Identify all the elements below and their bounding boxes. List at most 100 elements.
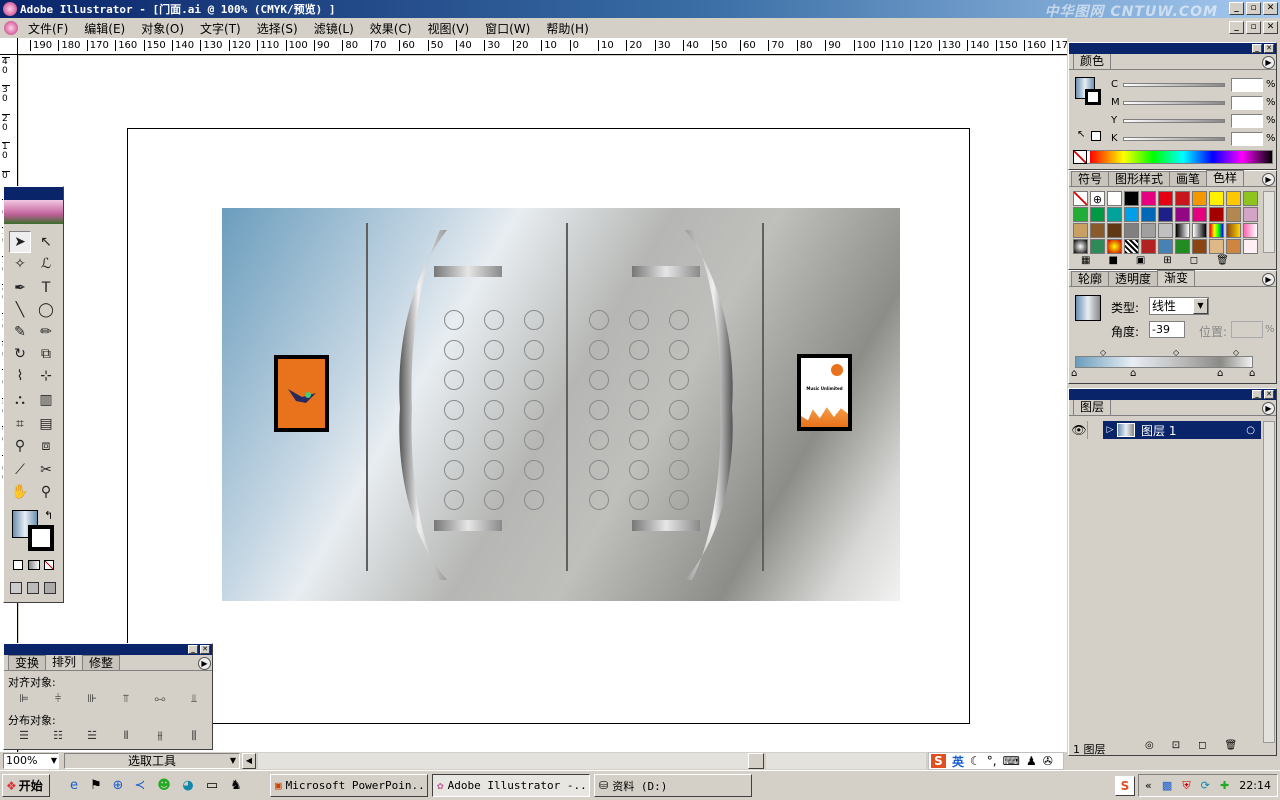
update-tray-icon[interactable]: ✚ xyxy=(1220,779,1229,792)
panel-menu-icon[interactable]: ▶ xyxy=(1262,402,1275,415)
color-swatch[interactable] xyxy=(1209,239,1224,254)
last-color-swatch[interactable] xyxy=(1091,131,1101,141)
tab-transparency[interactable]: 透明度 xyxy=(1108,271,1159,286)
qq-icon[interactable]: ♞ xyxy=(228,778,244,794)
swatches-scrollbar[interactable] xyxy=(1263,191,1275,253)
tab-swatches[interactable]: 色样 xyxy=(1206,170,1245,186)
color-swatch[interactable] xyxy=(1243,191,1258,206)
graph-tool-icon[interactable]: ▥ xyxy=(35,389,57,411)
color-swatch[interactable] xyxy=(1226,207,1241,222)
start-button[interactable]: ❖ 开始 xyxy=(2,774,50,797)
color-swatch[interactable] xyxy=(1141,239,1156,254)
panel-menu-icon[interactable]: ▶ xyxy=(198,657,211,670)
none-mode-icon[interactable] xyxy=(44,560,54,570)
tab-align[interactable]: 排列 xyxy=(45,654,84,670)
minimize-button[interactable]: _ xyxy=(1229,2,1244,15)
color-mode-icon[interactable] xyxy=(13,560,23,570)
color-swatch[interactable] xyxy=(1141,191,1156,206)
gradient-preview[interactable] xyxy=(1075,295,1101,321)
gradient-swatch[interactable] xyxy=(1107,239,1122,254)
expand-triangle-icon[interactable]: ▷ xyxy=(1103,425,1117,435)
target-circle-icon[interactable]: ○ xyxy=(1246,425,1255,436)
new-layer-icon[interactable]: ◻ xyxy=(1198,740,1206,751)
color-swatch[interactable] xyxy=(1124,207,1139,222)
symbol-sprayer-tool-icon[interactable]: ⛬ xyxy=(9,389,31,411)
restore-button[interactable]: ▫ xyxy=(1246,2,1261,15)
gradient-swatch[interactable] xyxy=(1243,223,1258,238)
sogou-tray-icon[interactable]: S xyxy=(1115,776,1135,796)
browser-icon[interactable]: ⊕ xyxy=(110,778,126,794)
doc-close-button[interactable]: ✕ xyxy=(1263,21,1278,34)
wrench-icon[interactable]: ✇ xyxy=(1043,754,1053,768)
panel-minimize-button[interactable]: _ xyxy=(188,645,198,654)
visibility-eye-icon[interactable]: 👁 xyxy=(1071,421,1087,439)
angle-input[interactable] xyxy=(1149,321,1185,338)
type-tool-icon[interactable]: T xyxy=(35,277,57,299)
panel-minimize-button[interactable]: _ xyxy=(1252,390,1262,399)
free-transform-tool-icon[interactable]: ⊹ xyxy=(35,365,57,387)
align-top-icon[interactable]: ⫪ xyxy=(118,692,134,706)
color-swatch[interactable] xyxy=(1090,207,1105,222)
panel-close-button[interactable]: ✕ xyxy=(1264,390,1274,399)
layers-panel-header[interactable]: _ ✕ xyxy=(1069,389,1276,400)
registration-swatch[interactable]: ⊕ xyxy=(1090,191,1105,206)
tab-layers[interactable]: 图层 xyxy=(1073,399,1112,415)
panel-close-button[interactable]: ✕ xyxy=(200,645,210,654)
tab-symbols[interactable]: 符号 xyxy=(1071,171,1110,186)
security-tray-icon[interactable]: ⛨ xyxy=(1182,779,1190,793)
close-button[interactable]: ✕ xyxy=(1263,2,1278,15)
show-all-swatches-icon[interactable]: ▦ xyxy=(1081,255,1090,269)
color-swatch[interactable] xyxy=(1192,207,1207,222)
color-spectrum-bar[interactable] xyxy=(1073,150,1273,164)
distribute-bottom-icon[interactable]: ☱ xyxy=(84,729,100,743)
user-icon[interactable]: ♟ xyxy=(1026,754,1037,768)
layer-row[interactable]: 👁 ▷ 图层 1 ○ xyxy=(1071,421,1261,439)
network-tray-icon[interactable]: ▩ xyxy=(1162,779,1172,792)
stroke-swatch[interactable] xyxy=(28,525,54,551)
zoom-field[interactable]: 100% ▼ xyxy=(3,753,59,769)
midpoint-diamond-icon[interactable]: ◇ xyxy=(1233,348,1239,357)
gradient-swatch[interactable] xyxy=(1226,223,1241,238)
full-screen-icon[interactable] xyxy=(44,582,56,594)
color-swatch[interactable] xyxy=(1090,223,1105,238)
scissors-tool-icon[interactable]: ✂ xyxy=(35,459,57,481)
gradient-stop-icon[interactable]: ⌂ xyxy=(1217,368,1223,379)
menu-type[interactable]: 文字(T) xyxy=(192,20,249,37)
align-panel-header[interactable]: _ ✕ xyxy=(4,644,212,655)
mesh-tool-icon[interactable]: ⌗ xyxy=(9,413,31,435)
status-tool-field[interactable]: 选取工具 ▼ xyxy=(64,753,240,769)
midpoint-diamond-icon[interactable]: ◇ xyxy=(1173,348,1179,357)
dropdown-arrow-icon[interactable]: ▼ xyxy=(1193,298,1208,314)
paintbrush-tool-icon[interactable]: ✎ xyxy=(9,321,31,343)
layer-name[interactable]: 图层 1 xyxy=(1141,422,1176,439)
last-color-icon[interactable]: ↖ xyxy=(1077,129,1085,140)
channel-value-k[interactable] xyxy=(1231,132,1263,146)
slice-tool-icon[interactable]: ⟋ xyxy=(9,459,31,481)
illustrator-app-icon[interactable] xyxy=(3,2,17,16)
desktop-icon[interactable]: ▭ xyxy=(204,778,220,794)
color-swatch[interactable] xyxy=(1073,207,1088,222)
gradient-stop-icon[interactable]: ⌂ xyxy=(1071,368,1077,379)
distribute-vcenter-icon[interactable]: ☷ xyxy=(50,729,66,743)
show-gradient-swatches-icon[interactable]: ▣ xyxy=(1136,255,1145,269)
panel-menu-icon[interactable]: ▶ xyxy=(1262,173,1275,186)
gradient-mode-icon[interactable] xyxy=(28,560,40,570)
color-swatch[interactable] xyxy=(1226,239,1241,254)
horizontal-ruler[interactable]: 190 180 170 160 150 140 130 120 110 100 90 80 70 60 50… xyxy=(18,38,1067,55)
new-swatch-icon[interactable]: ◻ xyxy=(1190,255,1198,269)
channel-slider-c[interactable] xyxy=(1123,83,1225,87)
distribute-right-icon[interactable]: ⫼ xyxy=(186,729,202,743)
midpoint-diamond-icon[interactable]: ◇ xyxy=(1100,348,1106,357)
gradient-stop-icon[interactable]: ⌂ xyxy=(1249,368,1255,379)
distribute-top-icon[interactable]: ☰ xyxy=(16,729,32,743)
tab-color[interactable]: 颜色 xyxy=(1073,53,1112,69)
doc-minimize-button[interactable]: _ xyxy=(1229,21,1244,34)
ie-icon[interactable]: e xyxy=(66,778,82,794)
sogou-icon[interactable]: S xyxy=(931,754,946,768)
scale-tool-icon[interactable]: ⧉ xyxy=(35,343,57,365)
panel-minimize-button[interactable]: _ xyxy=(1252,44,1262,53)
color-swatch[interactable] xyxy=(1141,223,1156,238)
color-panel-header[interactable]: _ ✕ xyxy=(1069,43,1276,54)
align-left-icon[interactable]: ⊫ xyxy=(16,692,32,706)
tab-gradient[interactable]: 渐变 xyxy=(1157,270,1196,286)
